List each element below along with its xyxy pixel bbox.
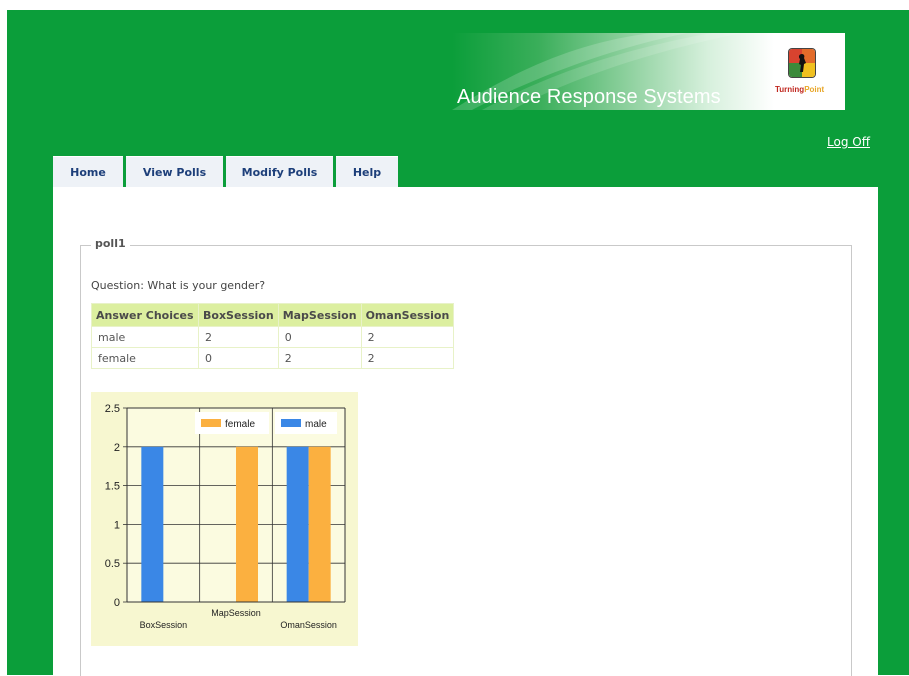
results-table: Answer Choices BoxSession MapSession Oma… bbox=[91, 303, 455, 369]
table-cell: 2 bbox=[277, 347, 362, 369]
log-off-link[interactable]: Log Off bbox=[827, 135, 870, 149]
chart-container: 0 0.5 1 1.5 2 2.5 BoxSession MapSession OmanSess… bbox=[91, 392, 358, 646]
x-tick-label: OmanSession bbox=[280, 620, 337, 630]
bar-female bbox=[308, 446, 331, 602]
bar-male bbox=[141, 446, 164, 602]
y-tick-label: 0 bbox=[114, 597, 120, 609]
bar-female bbox=[236, 446, 258, 602]
poll-question: Question: What is your gender? bbox=[91, 279, 266, 292]
table-cell: 0 bbox=[277, 326, 362, 348]
column-header: OmanSession bbox=[360, 303, 455, 327]
page: Audience Response Systems TurningPoint L… bbox=[0, 0, 909, 676]
legend-swatch bbox=[281, 419, 301, 427]
table-cell: male bbox=[91, 326, 199, 348]
table-cell: 2 bbox=[360, 347, 455, 369]
banner-title: Audience Response Systems bbox=[457, 86, 721, 108]
y-tick-label: 0.5 bbox=[105, 558, 120, 570]
legend-swatch bbox=[201, 419, 221, 427]
column-header: BoxSession bbox=[198, 303, 279, 327]
tab-help[interactable]: Help bbox=[336, 156, 398, 187]
table-cell: 0 bbox=[198, 347, 279, 369]
turningpoint-logo: TurningPoint bbox=[775, 49, 827, 105]
y-tick-label: 1 bbox=[114, 519, 120, 531]
x-tick-label: MapSession bbox=[211, 608, 261, 618]
y-tick-label: 2 bbox=[114, 442, 120, 454]
tab-modify-polls[interactable]: Modify Polls bbox=[226, 156, 333, 187]
column-header: Answer Choices bbox=[91, 303, 199, 327]
table-cell: 2 bbox=[360, 326, 455, 348]
legend-label: female bbox=[225, 419, 255, 430]
table-row: female 0 2 2 bbox=[91, 347, 455, 369]
bar-chart: 0 0.5 1 1.5 2 2.5 BoxSession MapSession OmanSess… bbox=[105, 403, 346, 630]
table-header-row: Answer Choices BoxSession MapSession Oma… bbox=[91, 303, 455, 327]
column-header: MapSession bbox=[277, 303, 362, 327]
table-cell: female bbox=[91, 347, 199, 369]
tab-home[interactable]: Home bbox=[53, 156, 123, 187]
header-banner: Audience Response Systems TurningPoint bbox=[452, 33, 845, 110]
table-row: male 2 0 2 bbox=[91, 326, 455, 348]
y-tick-label: 1.5 bbox=[105, 481, 120, 493]
table-cell: 2 bbox=[198, 326, 279, 348]
y-tick-label: 2.5 bbox=[105, 403, 120, 415]
logo-text: TurningPoint bbox=[775, 85, 825, 94]
x-tick-label: BoxSession bbox=[140, 620, 188, 630]
tab-view-polls[interactable]: View Polls bbox=[126, 156, 223, 187]
poll-name: poll1 bbox=[91, 237, 130, 250]
legend-label: male bbox=[305, 419, 327, 430]
logo-cube-icon bbox=[789, 49, 815, 77]
bar-male bbox=[286, 446, 309, 602]
